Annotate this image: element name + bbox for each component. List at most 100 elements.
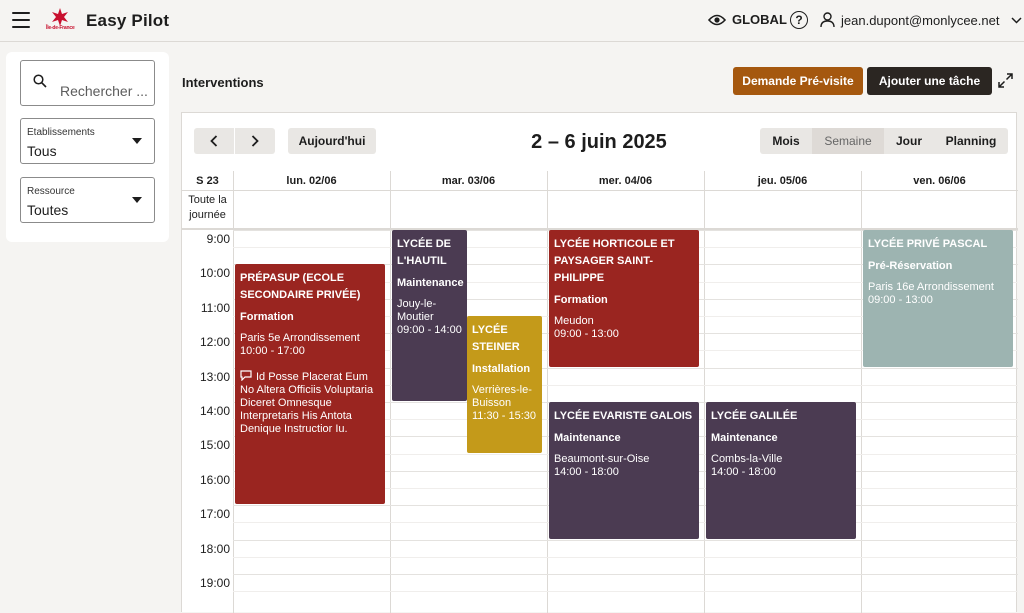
event-location: Meudon	[554, 315, 594, 327]
previsite-button[interactable]: Demande Pré-visite	[733, 67, 863, 95]
event-card[interactable]: LYCÉE STEINER Installation Verrières-le-…	[467, 316, 542, 453]
dropdown-arrow-icon	[132, 197, 142, 203]
event-title: LYCÉE STEINER	[472, 324, 520, 353]
day-column-divider	[704, 171, 705, 613]
event-type: Maintenance	[554, 432, 621, 444]
scope-toggle[interactable]: GLOBAL	[708, 12, 787, 27]
hour-label: 11:00	[200, 300, 230, 315]
event-time: 14:00 - 18:00	[711, 466, 776, 478]
day-header[interactable]: mer. 04/06	[547, 171, 704, 191]
app-title: Easy Pilot	[86, 11, 170, 30]
search-input[interactable]: Rechercher ...	[20, 60, 155, 106]
filter-panel: Rechercher ... Etablissements Tous Resso…	[6, 52, 169, 242]
ressource-label: Ressource	[27, 186, 75, 197]
event-title: LYCÉE HORTICOLE ET PAYSAGER SAINT-PHILIP…	[554, 238, 675, 284]
add-task-button[interactable]: Ajouter une tâche	[867, 67, 992, 95]
half-hour-line	[233, 591, 1018, 593]
top-bar: Île-de-France Easy Pilot GLOBAL ? jean.d…	[0, 0, 1024, 42]
event-type: Formation	[554, 294, 608, 306]
event-type: Installation	[472, 363, 531, 375]
event-title: LYCÉE DE L'HAUTIL	[397, 238, 452, 267]
hour-label: 18:00	[199, 541, 230, 556]
event-time: 09:00 - 13:00	[868, 294, 933, 306]
day-header[interactable]: mar. 03/06	[390, 171, 547, 191]
hour-label: 17:00	[199, 507, 230, 522]
event-card[interactable]: LYCÉE PRIVÉ PASCAL Pré-Réservation Paris…	[863, 230, 1013, 367]
page-title: Interventions	[182, 75, 264, 90]
event-time: 11:30 - 15:30	[472, 410, 537, 422]
search-placeholder: Rechercher ...	[60, 83, 148, 99]
event-type: Maintenance	[711, 432, 778, 444]
next-week-button[interactable]	[235, 128, 275, 154]
ressource-value: Toutes	[27, 202, 69, 218]
event-time: 14:00 - 18:00	[554, 466, 619, 478]
chevron-down-icon	[1011, 16, 1023, 24]
event-time: 09:00 - 13:00	[554, 328, 619, 340]
chevron-right-icon	[251, 135, 259, 147]
today-button[interactable]: Aujourd'hui	[288, 128, 376, 154]
chevron-left-icon	[210, 135, 218, 147]
event-card[interactable]: LYCÉE GALILÉE Maintenance Combs-la-Ville…	[706, 402, 856, 539]
help-label: ?	[795, 13, 803, 27]
day-column-divider	[861, 171, 862, 613]
hour-label: 9:00	[206, 232, 230, 246]
hour-label: 10:00	[199, 266, 230, 281]
event-location: Verrières-le-Buisson	[472, 384, 532, 409]
week-number: S 23	[182, 171, 233, 191]
view-month-button[interactable]: Mois	[760, 128, 812, 154]
event-card[interactable]: PRÉPASUP (ECOLE SECONDAIRE PRIVÉE) Forma…	[235, 264, 385, 504]
prev-week-button[interactable]	[194, 128, 234, 154]
logo-text: Île-de-France	[46, 25, 75, 31]
event-card[interactable]: LYCÉE EVARISTE GALOIS Maintenance Beaumo…	[549, 402, 699, 539]
hour-label: 14:00	[199, 404, 230, 418]
hour-label: 19:00	[199, 576, 230, 590]
view-planning-button[interactable]: Planning	[934, 128, 1008, 154]
event-title: LYCÉE EVARISTE GALOIS	[554, 410, 693, 422]
day-header[interactable]: ven. 06/06	[861, 171, 1018, 191]
hour-label: 15:00	[199, 438, 230, 453]
day-header[interactable]: lun. 02/06	[233, 171, 390, 191]
menu-icon[interactable]	[12, 12, 30, 28]
event-location: Paris 16e Arrondissement	[868, 281, 994, 293]
scope-label: GLOBAL	[732, 12, 787, 27]
view-day-button[interactable]: Jour	[884, 128, 934, 154]
hour-label: 13:00	[199, 369, 230, 384]
etablissements-label: Etablissements	[27, 127, 95, 138]
event-time: 10:00 - 17:00	[240, 345, 305, 357]
help-icon[interactable]: ?	[790, 11, 808, 29]
event-type: Formation	[240, 311, 294, 323]
event-title: PRÉPASUP (ECOLE SECONDAIRE PRIVÉE)	[240, 272, 361, 301]
event-title: LYCÉE PRIVÉ PASCAL	[868, 238, 988, 250]
etablissements-value: Tous	[27, 143, 57, 159]
etablissements-select[interactable]: Etablissements Tous	[20, 118, 155, 164]
search-icon	[33, 74, 47, 88]
event-time: 09:00 - 14:00	[397, 324, 462, 336]
hour-line	[233, 574, 1018, 575]
event-type: Maintenance	[397, 277, 464, 289]
eye-icon	[708, 14, 726, 25]
view-switcher: Mois Semaine Jour Planning	[760, 128, 1008, 154]
event-type: Pré-Réservation	[868, 260, 953, 272]
half-hour-line	[233, 556, 1018, 558]
event-location: Combs-la-Ville	[711, 453, 783, 465]
view-week-button[interactable]: Semaine	[812, 128, 884, 154]
hour-line	[233, 539, 1018, 541]
day-header[interactable]: jeu. 05/06	[704, 171, 861, 191]
user-email: jean.dupont@monlycee.net	[841, 12, 1000, 28]
expand-icon[interactable]	[998, 73, 1013, 88]
event-location: Paris 5e Arrondissement	[240, 332, 360, 344]
event-title: LYCÉE GALILÉE	[711, 410, 798, 422]
event-location: Jouy-le-Moutier	[397, 298, 437, 323]
user-menu[interactable]: jean.dupont@monlycee.net	[820, 12, 1023, 28]
event-note: Id Posse Placerat Eum No Altera Officiis…	[240, 370, 380, 436]
week-calendar: Aujourd'hui 2 – 6 juin 2025 Mois Semaine…	[181, 112, 1018, 613]
user-icon	[820, 12, 835, 28]
ressource-select[interactable]: Ressource Toutes	[20, 177, 155, 223]
hour-label: 12:00	[199, 335, 230, 350]
dropdown-arrow-icon	[132, 138, 142, 144]
event-card[interactable]: LYCÉE HORTICOLE ET PAYSAGER SAINT-PHILIP…	[549, 230, 699, 367]
day-column-divider	[233, 171, 234, 613]
event-location: Beaumont-sur-Oise	[554, 453, 650, 465]
event-card[interactable]: LYCÉE DE L'HAUTIL Maintenance Jouy-le-Mo…	[392, 230, 467, 401]
allday-label: Toute la journée	[188, 194, 227, 221]
